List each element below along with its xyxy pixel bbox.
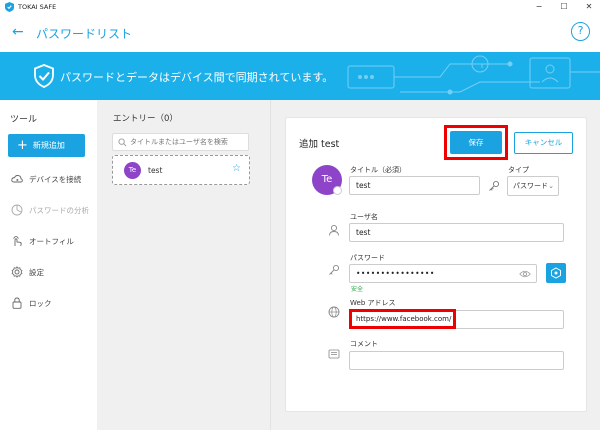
username-field[interactable]: test <box>349 223 564 242</box>
plus-icon: + <box>17 138 28 153</box>
entry-avatar: Te <box>124 162 141 179</box>
entry-editor: 追加 test 保存 キャンセル Te タイトル（必須） test タイプ パス… <box>285 117 587 412</box>
minimize-button[interactable]: − <box>532 1 546 13</box>
username-label: ユーザ名 <box>350 213 378 221</box>
entry-list-item[interactable]: Te test ☆ <box>112 155 250 185</box>
type-label: タイプ <box>508 166 529 174</box>
password-strength: 安全 <box>351 286 364 293</box>
title-label: タイトル（必須） <box>350 166 406 174</box>
password-key-icon <box>329 264 340 275</box>
title-field[interactable]: test <box>349 176 480 195</box>
cloud-sync-icon <box>11 175 23 183</box>
password-field[interactable]: •••••••••••••••• <box>349 264 537 283</box>
save-button[interactable]: 保存 <box>450 131 502 154</box>
comment-icon <box>328 349 340 359</box>
back-arrow-icon[interactable]: ← <box>12 24 24 40</box>
add-new-button[interactable]: + 新規追加 <box>8 134 85 157</box>
lock-icon <box>12 297 22 309</box>
cancel-button[interactable]: キャンセル <box>514 132 573 154</box>
maximize-button[interactable]: ☐ <box>557 1 571 13</box>
sidebar-title: ツール <box>10 115 38 125</box>
sidebar-item-password-analysis[interactable]: パスワードの分析 <box>11 202 89 218</box>
password-label: パスワード <box>350 254 385 262</box>
banner-decoration <box>347 55 600 95</box>
gear-icon <box>11 266 23 278</box>
page-header: ← パスワードリスト ? <box>0 14 600 52</box>
help-icon[interactable]: ? <box>571 22 590 41</box>
sidebar-item-label: 設定 <box>29 267 44 277</box>
entries-panel: エントリー（0） Te test ☆ <box>97 100 271 430</box>
star-icon[interactable]: ☆ <box>232 163 241 174</box>
comment-label: コメント <box>350 340 378 348</box>
close-window-button[interactable]: ✕ <box>582 1 596 13</box>
add-new-label: 新規追加 <box>32 141 65 150</box>
sidebar-item-label: ロック <box>29 298 52 308</box>
entry-name: test <box>148 166 163 175</box>
sync-banner: パスワードとデータはデバイス間で同期されています。 <box>0 52 600 100</box>
shield-check-icon <box>34 64 54 88</box>
globe-icon <box>328 306 340 318</box>
entries-title: エントリー（0） <box>113 114 178 124</box>
search-box[interactable] <box>112 133 249 151</box>
analysis-icon <box>11 204 23 216</box>
sidebar-item-settings[interactable]: 設定 <box>11 264 44 280</box>
avatar-edit-badge[interactable] <box>333 186 342 195</box>
sidebar-item-label: パスワードの分析 <box>29 205 89 215</box>
sidebar-item-label: オートフィル <box>29 236 74 246</box>
app-shield-icon <box>5 2 14 12</box>
app-title: TOKAI SAFE <box>18 3 57 11</box>
type-value: パスワード <box>513 182 548 190</box>
generate-icon <box>551 267 561 279</box>
search-input[interactable] <box>130 135 246 149</box>
chevron-down-icon: ⌄ <box>548 182 554 190</box>
sidebar-item-connect-device[interactable]: デバイスを接続 <box>11 171 81 187</box>
sidebar-item-autofill[interactable]: オートフィル <box>11 233 74 249</box>
key-icon[interactable] <box>488 180 500 192</box>
page-title: パスワードリスト <box>36 27 133 41</box>
autofill-icon <box>13 236 22 247</box>
banner-text: パスワードとデータはデバイス間で同期されています。 <box>60 71 334 84</box>
eye-icon[interactable] <box>519 268 531 280</box>
user-icon <box>329 224 339 236</box>
search-icon <box>118 138 127 147</box>
comment-field[interactable] <box>349 351 564 370</box>
url-label: Web アドレス <box>350 299 396 307</box>
url-highlight <box>349 309 456 329</box>
type-select[interactable]: パスワード ⌄ <box>507 176 559 196</box>
generate-password-button[interactable] <box>546 263 566 283</box>
window-titlebar: TOKAI SAFE − ☐ ✕ <box>0 0 600 14</box>
editor-title: 追加 test <box>299 139 340 150</box>
sidebar-item-label: デバイスを接続 <box>29 174 82 184</box>
sidebar-item-lock[interactable]: ロック <box>11 295 52 311</box>
